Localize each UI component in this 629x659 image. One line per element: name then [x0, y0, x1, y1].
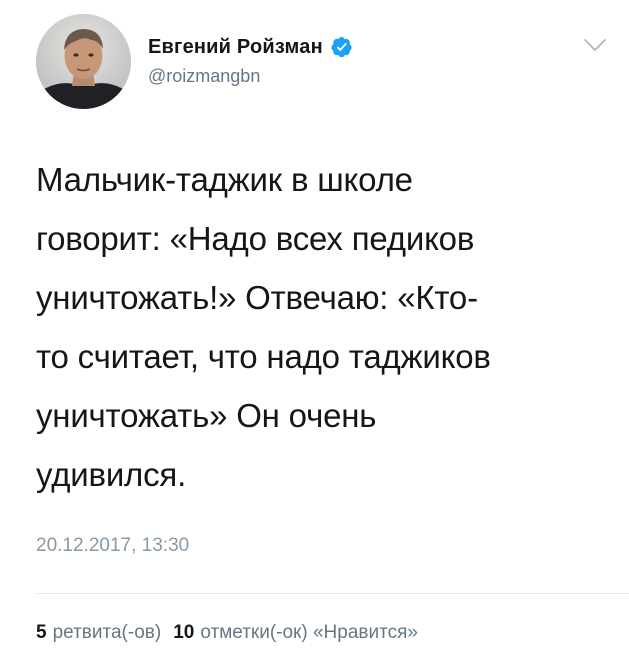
retweets-label: ретвита(-ов): [52, 622, 162, 643]
tweet-timestamp[interactable]: 20.12.2017, 13:30: [36, 535, 189, 557]
tweet-card: Евгений Ройзман @roizmangbn Мальчик-тадж…: [0, 0, 629, 659]
verified-badge-icon: [331, 37, 352, 58]
author-handle[interactable]: @roizmangbn: [148, 66, 353, 87]
author-names: Евгений Ройзман @roizmangbn: [148, 34, 353, 87]
avatar[interactable]: [36, 14, 131, 109]
tweet-stats: 5 ретвита(-ов) 10 отметки(-ок) «Нравится»: [36, 622, 418, 644]
divider: [36, 593, 629, 594]
likes-stat[interactable]: 10 отметки(-ок) «Нравится»: [173, 622, 418, 643]
tweet-text: Мальчик-таджик в школе говорит: «Надо вс…: [36, 161, 491, 493]
chevron-down-icon[interactable]: [582, 36, 608, 54]
display-name-row: Евгений Ройзман: [148, 34, 353, 60]
display-name[interactable]: Евгений Ройзман: [148, 36, 323, 59]
user-avatar-photo: [36, 14, 131, 109]
likes-label: отметки(-ок) «Нравится»: [200, 622, 418, 643]
tweet-header: Евгений Ройзман @roizmangbn: [36, 14, 616, 114]
likes-count: 10: [173, 622, 195, 643]
retweets-count: 5: [36, 622, 47, 643]
retweets-stat[interactable]: 5 ретвита(-ов): [36, 622, 161, 643]
